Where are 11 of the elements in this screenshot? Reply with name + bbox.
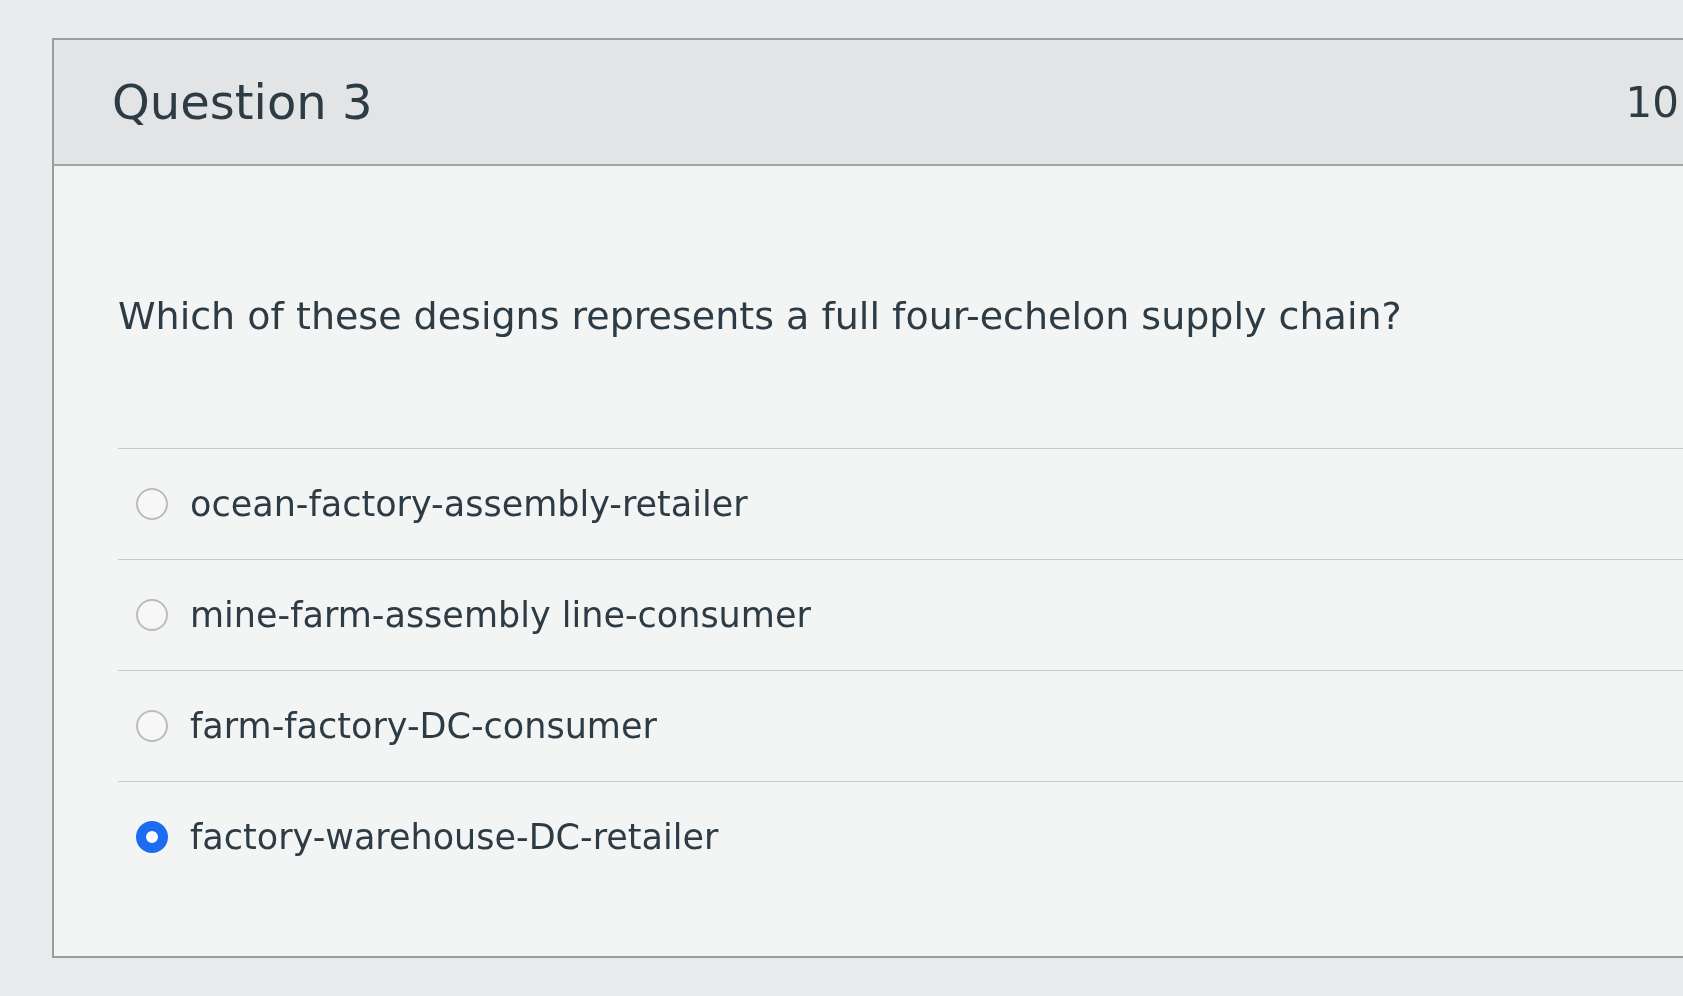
answer-label[interactable]: factory-warehouse-DC-retailer xyxy=(190,817,719,857)
answer-label[interactable]: mine-farm-assembly line-consumer xyxy=(190,595,811,635)
question-points: 10 xyxy=(1625,77,1680,127)
answer-label[interactable]: farm-factory-DC-consumer xyxy=(190,706,657,746)
radio-button[interactable] xyxy=(136,488,168,520)
radio-button[interactable] xyxy=(136,710,168,742)
radio-button[interactable] xyxy=(136,599,168,631)
radio-button[interactable] xyxy=(136,821,168,853)
answer-label[interactable]: ocean-factory-assembly-retailer xyxy=(190,484,748,524)
question-text: Which of these designs represents a full four-echelon supply chain? xyxy=(118,294,1403,338)
question-title: Question 3 xyxy=(112,74,373,130)
